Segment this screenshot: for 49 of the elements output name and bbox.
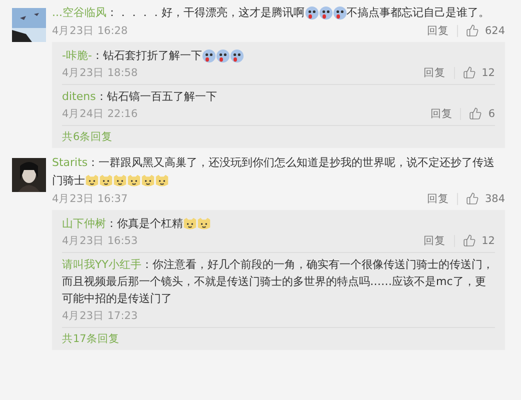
emoji-icon (332, 6, 346, 20)
emoji-icon (99, 174, 113, 188)
user-name-link[interactable]: 请叫我YY小红手 (62, 258, 142, 271)
comment-time: 4月23日 18:58 (62, 66, 138, 80)
like-button[interactable]: 384 (466, 192, 505, 205)
emoji-icon (183, 216, 197, 231)
user-name-link[interactable]: ...空谷临风 (52, 6, 106, 19)
user-name-link[interactable]: -咔脆- (62, 49, 92, 62)
comment-time: 4月24日 22:16 (62, 106, 138, 120)
emoji-icon (127, 174, 141, 188)
comment-time: 4月23日 16:28 (52, 24, 128, 38)
comment-text: Starits：一群跟风黑又高巢了，还没玩到你们怎么知道是抄我的世界呢，说不定还抄了传送门骑士 (52, 155, 496, 190)
reply-link[interactable]: 回复 (426, 192, 449, 206)
user-name-link[interactable]: Starits (52, 156, 88, 169)
like-button[interactable]: 6 (469, 107, 495, 120)
comment-time: 4月23日 17:23 (62, 308, 138, 322)
reply-link[interactable]: 回复 (426, 24, 449, 38)
more-replies-link[interactable]: 共6条回复 (62, 126, 113, 148)
emoji-icon (113, 174, 127, 188)
emoji-icon (230, 48, 244, 63)
comment-text: -咔脆-：钻石套打折了解一下 (62, 47, 495, 64)
emoji-icon (155, 174, 169, 188)
thumbs-up-icon (466, 24, 479, 37)
comment-text: ...空谷临风：．．．．好，干得漂亮，这才是腾讯啊 不搞点事都忘记自己是谁了。 (52, 4, 490, 22)
comment-text: 山下仲树：你真是个杠精 (62, 215, 495, 232)
reply-link[interactable]: 回复 (424, 66, 446, 80)
comment-time: 4月23日 16:53 (62, 234, 138, 248)
emoji-icon (216, 48, 230, 63)
reply-link[interactable]: 回复 (430, 106, 452, 120)
thumbs-up-icon (469, 107, 482, 120)
comment-text: 请叫我YY小红手：你注意看，好几个前段的一角，确实有一个很像传送门骑士的传送门，而且视频最后那一个镜头，不就是传送门骑士的多世界的特点吗……应该不是mc了，更可能中招的是传送门了 (62, 257, 494, 307)
comment-text: ditens：钻石镐一百五了解一下 (62, 89, 218, 105)
emoji-icon (197, 216, 211, 231)
like-button[interactable]: 624 (466, 24, 505, 37)
emoji-icon (141, 174, 155, 188)
thumbs-up-icon (462, 234, 476, 247)
reply-link[interactable]: 回复 (424, 234, 446, 248)
emoji-icon (202, 48, 216, 63)
thumbs-up-icon (462, 66, 476, 79)
comment-time: 4月23日 16:37 (52, 192, 128, 206)
user-name-link[interactable]: ditens (62, 90, 96, 103)
like-button[interactable]: 12 (462, 66, 495, 79)
emoji-icon (304, 6, 318, 20)
emoji-icon (318, 6, 332, 20)
user-name-link[interactable]: 山下仲树 (62, 217, 106, 230)
emoji-icon (85, 174, 99, 188)
thumbs-up-icon (466, 192, 479, 205)
more-replies-link[interactable]: 共17条回复 (62, 328, 120, 350)
like-button[interactable]: 12 (462, 234, 495, 247)
